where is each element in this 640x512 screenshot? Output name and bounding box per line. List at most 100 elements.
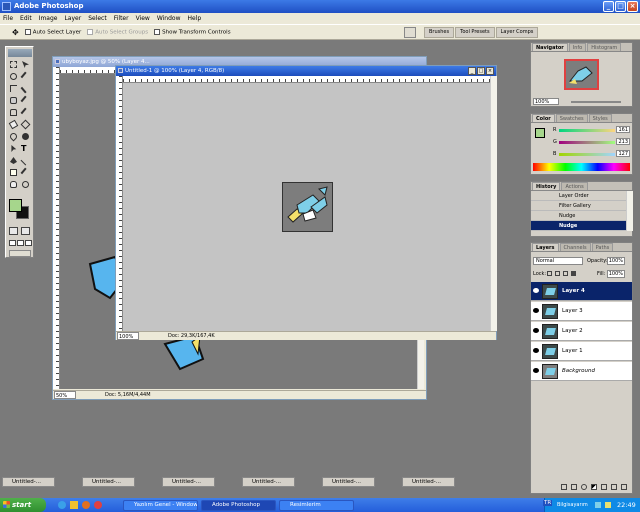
lock-position-icon[interactable]: [563, 271, 568, 276]
healing-brush-tool-icon[interactable]: [9, 96, 18, 105]
crop-tool-icon[interactable]: [9, 84, 18, 93]
document-canvas[interactable]: [123, 83, 490, 331]
standard-mode-icon[interactable]: [9, 227, 18, 235]
move-tool-preset-icon[interactable]: ✥: [12, 28, 19, 37]
menu-help[interactable]: Help: [188, 15, 202, 22]
channel-g-slider[interactable]: [559, 141, 615, 144]
document-title-bar[interactable]: Untitled-1 @ 100% (Layer 4, RGB/8) _ □ ×: [116, 66, 496, 76]
lock-transparency-icon[interactable]: [547, 271, 552, 276]
menu-layer[interactable]: Layer: [64, 15, 81, 22]
minimize-button[interactable]: _: [603, 1, 614, 12]
menu-view[interactable]: View: [136, 15, 150, 22]
paint-bucket-tool-icon[interactable]: [20, 119, 31, 130]
history-item[interactable]: Filter Gallery: [531, 201, 627, 211]
start-button[interactable]: start: [0, 498, 46, 512]
tab-color[interactable]: Color: [532, 114, 555, 122]
ie-icon[interactable]: [58, 501, 66, 509]
standard-screen-mode-icon[interactable]: [9, 240, 16, 246]
auto-select-groups-checkbox[interactable]: Auto Select Groups: [87, 28, 148, 35]
path-selection-tool-icon[interactable]: [9, 144, 18, 153]
doc-maximize-button[interactable]: □: [477, 67, 485, 75]
lasso-tool-icon[interactable]: [9, 72, 18, 81]
menu-edit[interactable]: Edit: [20, 15, 32, 22]
close-button[interactable]: ×: [627, 1, 638, 12]
minimized-document[interactable]: Untitled-...: [402, 477, 455, 487]
well-tab-layer-comps[interactable]: Layer Comps: [495, 27, 539, 38]
layer-4-image[interactable]: [282, 182, 333, 232]
color-foreground-swatch[interactable]: [535, 128, 545, 138]
navigator-zoom-slider[interactable]: [571, 101, 621, 103]
adjustment-layer-icon[interactable]: [591, 484, 597, 490]
quick-mask-mode-icon[interactable]: [21, 227, 30, 235]
tab-swatches[interactable]: Swatches: [555, 114, 588, 122]
full-screen-menu-mode-icon[interactable]: [17, 240, 24, 246]
layer-row-background[interactable]: Background: [531, 362, 632, 381]
history-brush-tool-icon[interactable]: [20, 107, 31, 118]
layer-row-layer-3[interactable]: Layer 3: [531, 302, 632, 321]
eye-icon[interactable]: [533, 348, 539, 353]
maximize-button[interactable]: □: [615, 1, 626, 12]
layer-mask-icon[interactable]: [581, 484, 587, 490]
language-indicator[interactable]: TR: [543, 500, 553, 506]
menu-filter[interactable]: Filter: [114, 15, 129, 22]
dodge-tool-icon[interactable]: [21, 132, 30, 141]
history-item[interactable]: Nudge: [531, 211, 627, 221]
eye-icon[interactable]: [533, 288, 539, 293]
folder-icon[interactable]: [70, 501, 78, 509]
zoom-level-field[interactable]: 100%: [117, 332, 139, 340]
marquee-tool-icon[interactable]: [9, 60, 18, 69]
tab-paths[interactable]: Paths: [591, 243, 614, 251]
lock-all-icon[interactable]: [571, 271, 576, 276]
color-ramp[interactable]: [533, 163, 630, 171]
eye-icon[interactable]: [533, 308, 539, 313]
tab-navigator[interactable]: Navigator: [532, 43, 568, 51]
blur-tool-icon[interactable]: [8, 131, 19, 142]
move-tool-icon[interactable]: [21, 60, 30, 69]
history-item-selected[interactable]: Nudge: [531, 221, 627, 231]
navigator-preview[interactable]: [564, 59, 599, 90]
taskbar-button-resimlerim[interactable]: Resimlerim: [279, 500, 354, 511]
doc-close-button[interactable]: ×: [486, 67, 494, 75]
minimized-document[interactable]: Untitled-...: [2, 477, 55, 487]
menu-image[interactable]: Image: [39, 15, 58, 22]
well-tab-brushes[interactable]: Brushes: [424, 27, 455, 38]
show-transform-controls-checkbox[interactable]: Show Transform Controls: [154, 28, 231, 35]
trash-icon[interactable]: [621, 484, 627, 490]
document-window-untitled-1[interactable]: Untitled-1 @ 100% (Layer 4, RGB/8) _ □ ×…: [115, 65, 497, 340]
clone-stamp-tool-icon[interactable]: [9, 108, 18, 117]
tab-styles[interactable]: Styles: [588, 114, 612, 122]
fill-field[interactable]: 100%: [607, 270, 625, 278]
well-tab-tool-presets[interactable]: Tool Presets: [455, 27, 495, 38]
notes-tool-icon[interactable]: [9, 168, 18, 177]
taskbar-button-adobe-photoshop[interactable]: Adobe Photoshop: [201, 500, 276, 511]
pen-tool-icon[interactable]: [9, 156, 18, 165]
channel-g-value[interactable]: 213: [616, 138, 630, 145]
channel-r-value[interactable]: 161: [616, 126, 630, 133]
menu-select[interactable]: Select: [88, 15, 107, 22]
hand-tool-icon[interactable]: [9, 180, 18, 189]
channel-b-slider[interactable]: [559, 153, 615, 156]
minimized-document[interactable]: Untitled-...: [82, 477, 135, 487]
brush-tool-icon[interactable]: [20, 95, 31, 106]
line-tool-icon[interactable]: [20, 155, 31, 166]
document-size-info[interactable]: Doc: 5,16M/4,44M: [105, 391, 151, 399]
zoom-level-field[interactable]: 50%: [54, 391, 76, 399]
eraser-tool-icon[interactable]: [8, 119, 19, 130]
doc-minimize-button[interactable]: _: [468, 67, 476, 75]
channel-r-slider[interactable]: [559, 129, 615, 132]
vertical-ruler[interactable]: [53, 67, 60, 389]
history-scrollbar[interactable]: [626, 191, 633, 231]
type-tool-icon[interactable]: T: [21, 144, 30, 153]
blend-mode-select[interactable]: Normal: [533, 257, 583, 265]
browser-icon[interactable]: [94, 501, 102, 509]
taskbar-button-yazilim-genel[interactable]: Yazılım Genel - Windows...: [123, 500, 198, 511]
magic-wand-tool-icon[interactable]: [20, 71, 31, 82]
history-item[interactable]: Layer Order: [531, 191, 627, 201]
new-group-icon[interactable]: [601, 484, 607, 490]
layer-row-layer-2[interactable]: Layer 2: [531, 322, 632, 341]
auto-select-layer-checkbox[interactable]: Auto Select Layer: [24, 28, 81, 35]
foreground-color-swatch[interactable]: [9, 199, 22, 212]
minimized-document[interactable]: Untitled-...: [242, 477, 295, 487]
layer-style-icon[interactable]: [571, 484, 577, 490]
go-to-bridge-icon[interactable]: [404, 27, 416, 38]
